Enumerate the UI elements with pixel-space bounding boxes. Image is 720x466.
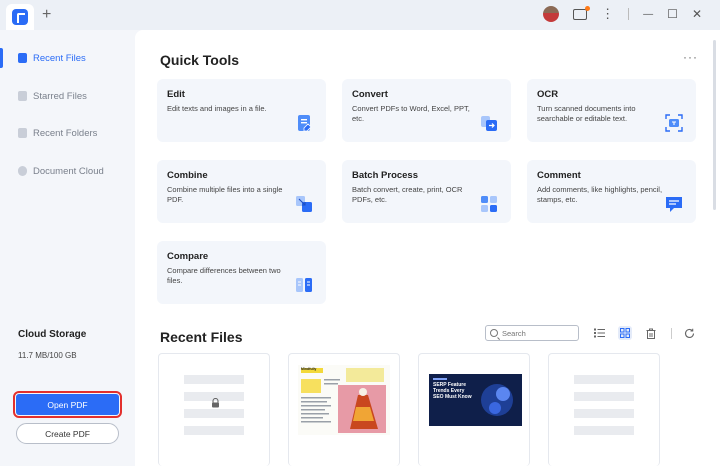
- close-button[interactable]: ✕: [692, 7, 702, 21]
- trash-button[interactable]: [644, 326, 658, 340]
- sidebar-item-label: Starred Files: [33, 90, 87, 102]
- document-tab[interactable]: [6, 4, 34, 30]
- file-thumbnail-placeholder: [184, 375, 244, 443]
- search-icon: [490, 329, 498, 337]
- sidebar-item-label: Document Cloud: [33, 165, 104, 177]
- tool-description: Turn scanned documents into searchable o…: [537, 104, 636, 123]
- refresh-button[interactable]: [682, 326, 696, 340]
- lock-icon: [212, 398, 219, 408]
- recent-file-card[interactable]: SERP Feature Trends Every SEO Must Know: [418, 353, 530, 466]
- tool-card-edit[interactable]: Edit Edit texts and images in a file.: [157, 79, 326, 142]
- sidebar-item-document-cloud[interactable]: Document Cloud: [0, 157, 135, 185]
- tool-card-combine[interactable]: Combine Combine multiple files into a si…: [157, 160, 326, 223]
- list-view-button[interactable]: [592, 326, 606, 340]
- tool-description: Add comments, like highlights, pencil, s…: [537, 185, 663, 204]
- list-view-icon: [593, 328, 605, 338]
- search-box[interactable]: [485, 325, 579, 341]
- scrollbar[interactable]: [713, 40, 716, 210]
- sidebar-item-recent-files[interactable]: Recent Files: [0, 44, 135, 72]
- sidebar-item-label: Recent Files: [33, 52, 86, 64]
- sidebar-item-label: Recent Folders: [33, 127, 98, 139]
- tool-card-batch-process[interactable]: Batch Process Batch convert, create, pri…: [342, 160, 511, 223]
- tool-description: Compare differences between two files.: [167, 266, 281, 285]
- file-thumbnail-placeholder: [574, 375, 634, 443]
- tool-description: Edit texts and images in a file.: [167, 104, 267, 113]
- ocr-scan-icon: [665, 114, 683, 132]
- trash-icon: [646, 328, 656, 339]
- tool-title: Combine: [167, 170, 208, 181]
- tool-title: OCR: [537, 89, 559, 100]
- convert-icon: [481, 116, 497, 131]
- minimize-button[interactable]: —: [643, 9, 653, 20]
- recent-file-card[interactable]: [158, 353, 270, 466]
- tool-description: Combine multiple files into a single PDF…: [167, 185, 283, 204]
- star-icon: [18, 91, 27, 101]
- sidebar-item-recent-folders[interactable]: Recent Folders: [0, 119, 135, 147]
- notification-icon[interactable]: [573, 5, 591, 20]
- create-pdf-button[interactable]: Create PDF: [16, 423, 119, 444]
- menu-dots-icon[interactable]: ⋮: [601, 6, 614, 22]
- recent-files-title: Recent Files: [160, 329, 243, 345]
- refresh-icon: [684, 328, 694, 338]
- tool-title: Compare: [167, 251, 209, 262]
- tool-card-comment[interactable]: Comment Add comments, like highlights, p…: [527, 160, 696, 223]
- grid-view-button[interactable]: [618, 326, 632, 340]
- edit-icon: [298, 115, 312, 132]
- toolbar-divider: [671, 328, 672, 339]
- tool-title: Comment: [537, 170, 581, 181]
- tool-description: Batch convert, create, print, OCR PDFs, …: [352, 185, 463, 204]
- recent-files-icon: [18, 53, 27, 63]
- grid-view-icon: [620, 328, 630, 338]
- thumbnail-title: Mindfully: [301, 367, 317, 371]
- file-thumbnail-mindfully: [298, 365, 390, 435]
- tool-card-convert[interactable]: Convert Convert PDFs to Word, Excel, PPT…: [342, 79, 511, 142]
- titlebar-controls: ⋮ — ☐ ✕: [543, 5, 702, 22]
- new-tab-button[interactable]: +: [42, 6, 51, 24]
- tool-card-compare[interactable]: Compare Compare differences between two …: [157, 241, 326, 304]
- batch-process-icon: [481, 196, 497, 212]
- tool-card-ocr[interactable]: OCR Turn scanned documents into searchab…: [527, 79, 696, 142]
- sidebar-item-starred-files[interactable]: Starred Files: [0, 82, 135, 110]
- sidebar: Recent Files Starred Files Recent Folder…: [0, 30, 135, 466]
- recent-file-card[interactable]: [548, 353, 660, 466]
- titlebar-divider: [628, 8, 630, 20]
- more-options-button[interactable]: ···: [683, 50, 698, 64]
- folder-icon: [18, 128, 27, 138]
- title-bar: + ⋮ — ☐ ✕: [0, 0, 720, 30]
- quick-tools-title: Quick Tools: [160, 52, 240, 68]
- user-avatar[interactable]: [543, 6, 560, 22]
- thumbnail-headline: SERP Feature Trends Every SEO Must Know: [433, 382, 472, 400]
- maximize-button[interactable]: ☐: [667, 7, 678, 21]
- cloud-icon: [18, 166, 27, 176]
- tool-title: Convert: [352, 89, 388, 100]
- main-panel: Quick Tools ··· Edit Edit texts and imag…: [135, 30, 720, 466]
- app-logo-icon: [12, 9, 28, 25]
- compare-icon: [296, 278, 312, 292]
- open-pdf-button[interactable]: Open PDF: [13, 391, 122, 418]
- comment-icon: [666, 197, 682, 212]
- tool-description: Convert PDFs to Word, Excel, PPT, etc.: [352, 104, 470, 123]
- tool-title: Batch Process: [352, 170, 419, 181]
- tool-title: Edit: [167, 89, 185, 100]
- search-input[interactable]: [502, 328, 572, 338]
- recent-file-card[interactable]: Mindfully: [288, 353, 400, 466]
- combine-icon: [296, 196, 312, 212]
- cloud-storage-usage: 11.7 MB/100 GB: [18, 351, 77, 360]
- cloud-storage-title: Cloud Storage: [18, 329, 87, 340]
